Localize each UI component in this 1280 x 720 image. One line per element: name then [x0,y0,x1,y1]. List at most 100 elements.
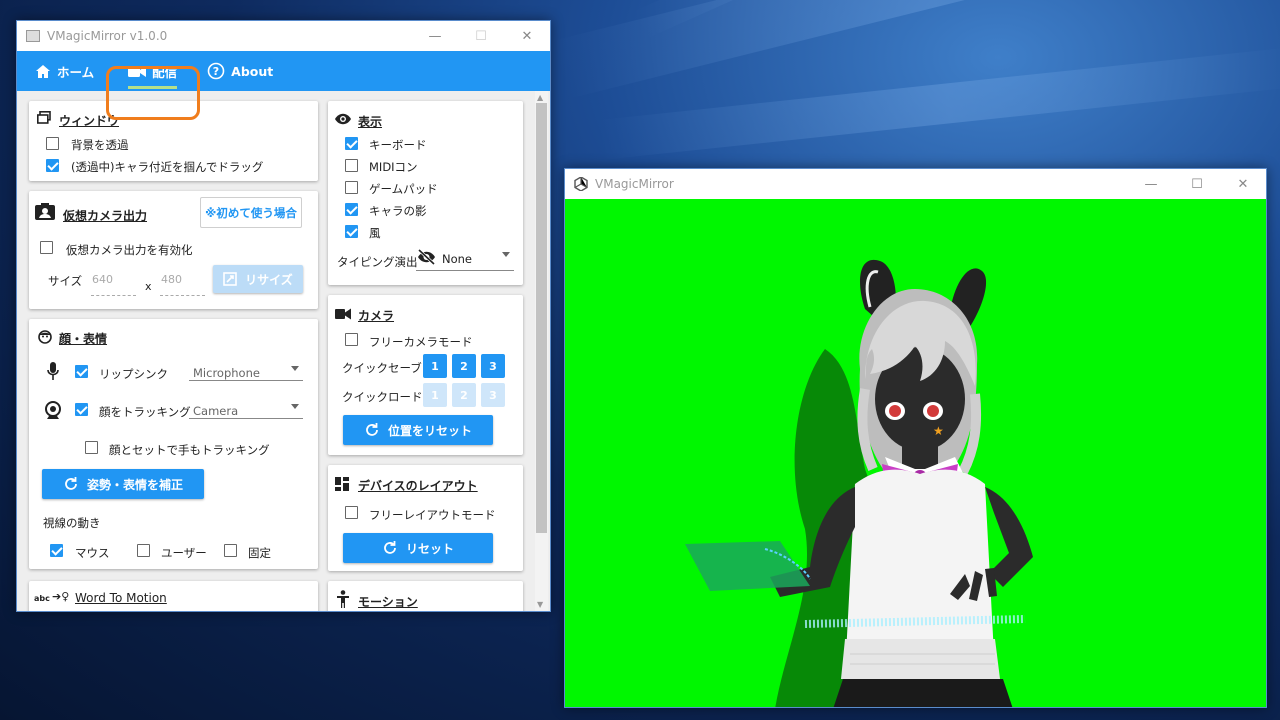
checkbox-label: 背景を透過 [71,138,129,152]
checkbox-label: (透過中)キャラ付近を掴んでドラッグ [71,160,264,174]
quick-load-3-button[interactable]: 3 [481,383,505,407]
size-label: サイズ [48,274,83,288]
scroll-up-arrow[interactable]: ▲ [537,93,543,102]
tab-about[interactable]: ? About [199,51,281,91]
checkbox-label: 仮想カメラ出力を有効化 [66,243,193,257]
quick-load-2-button[interactable]: 2 [452,383,476,407]
resize-button[interactable]: リサイズ [213,265,303,293]
person-icon [337,590,349,608]
hand-tracking-checkbox[interactable] [85,441,98,454]
tab-label: About [231,63,274,79]
transparent-bg-checkbox[interactable] [46,137,59,150]
word-to-motion-card: abc ➔♀ Word To Motion [29,581,318,611]
reset-position-button[interactable]: 位置をリセット [343,415,493,445]
svg-text:★: ★ [933,424,944,438]
face-card: 顔・表情 リップシンク Microphone 顔をトラッキング Camera 顔… [29,319,318,569]
microphone-dropdown[interactable]: Microphone [189,359,303,381]
card-title: Word To Motion [75,591,167,605]
gaze-fixed-radio[interactable] [224,544,237,557]
title-bar[interactable]: VMagicMirror — ☐ ✕ [565,169,1266,199]
window-title: VMagicMirror v1.0.0 [47,29,168,43]
tab-bar: ホーム 配信 ? About [17,51,550,91]
checkbox-label: ユーザー [161,546,207,560]
title-bar[interactable]: VMagicMirror v1.0.0 — ☐ ✕ [17,21,550,51]
microphone-icon [47,362,59,380]
maximize-button[interactable]: ☐ [458,29,504,44]
resize-icon [223,272,237,286]
checkbox-label: ゲームパッド [369,182,438,196]
checkbox-label: フリーカメラモード [369,335,473,349]
camera-dropdown[interactable]: Camera [189,397,303,419]
drag-character-checkbox[interactable] [46,159,59,172]
vertical-scrollbar[interactable]: ▲ ▼ [535,91,548,611]
quick-save-2-button[interactable]: 2 [452,354,476,378]
virtual-camera-enable-checkbox[interactable] [40,241,53,254]
svg-text:?: ? [213,65,219,78]
refresh-icon [384,541,396,554]
quick-load-1-button[interactable]: 1 [423,383,447,407]
gaze-label: 視線の動き [43,516,101,530]
layout-reset-button[interactable]: リセット [343,533,493,563]
card-title: カメラ [358,309,395,323]
camera-card: カメラ フリーカメラモード クイックセーブ 1 2 3 クイックロード 1 2 … [328,295,523,455]
eye-icon [335,113,351,125]
virtual-camera-card: 仮想カメラ出力 ※初めて使う場合 仮想カメラ出力を有効化 サイズ 640 x 4… [29,191,318,309]
gamepad-checkbox[interactable] [345,181,358,194]
checkbox-label: マウス [75,546,110,560]
quick-save-label: クイックセーブ [342,361,422,375]
display-card: 表示 キーボード MIDIコン ゲームパッド キャラの影 風 タイピング演出 N… [328,101,523,285]
close-button[interactable]: ✕ [504,29,550,44]
quick-save-1-button[interactable]: 1 [423,354,447,378]
dropdown-value: Camera [193,404,239,418]
first-use-button[interactable]: ※初めて使う場合 [200,197,302,228]
typing-effect-label: タイピング演出 [337,255,418,269]
checkbox-label: キャラの影 [369,204,427,218]
close-button[interactable]: ✕ [1220,177,1266,192]
width-input[interactable]: 640 [91,273,136,296]
quick-save-3-button[interactable]: 3 [481,354,505,378]
button-label: リセット [405,541,454,556]
typing-effect-dropdown[interactable]: None [416,245,514,271]
refresh-icon [65,477,77,490]
wind-checkbox[interactable] [345,225,358,238]
gaze-user-radio[interactable] [137,544,150,557]
dropdown-value: Microphone [193,366,260,380]
card-title: モーション [358,595,418,609]
calibrate-button[interactable]: 姿勢・表情を補正 [42,469,204,499]
checkbox-label: 風 [369,226,381,240]
word-to-motion-prefix: abc [34,594,50,603]
gaze-mouse-radio[interactable] [50,544,63,557]
dropdown-value: None [442,252,473,266]
minimize-button[interactable]: — [412,29,458,44]
midi-checkbox[interactable] [345,159,358,172]
tab-home[interactable]: ホーム [27,51,102,91]
lipsync-checkbox[interactable] [75,365,88,378]
settings-panel: ウィンドウ 背景を透過 (透過中)キャラ付近を掴んでドラッグ 仮想カメラ出力 ※… [17,91,550,611]
control-window: VMagicMirror v1.0.0 — ☐ ✕ ホーム 配信 ? About… [16,20,551,612]
arrow-person-icon: ➔♀ [52,590,70,603]
free-camera-checkbox[interactable] [345,333,358,346]
greenscreen-viewport[interactable]: ★ [565,199,1266,707]
refresh-icon [366,423,378,436]
checkbox-label: リップシンク [99,367,168,381]
webcam-icon [45,401,61,419]
scroll-down-arrow[interactable]: ▼ [537,600,543,609]
layout-card: デバイスのレイアウト フリーレイアウトモード リセット [328,465,523,571]
checkbox-label: フリーレイアウトモード [369,508,496,522]
height-input[interactable]: 480 [160,273,205,296]
scrollbar-thumb[interactable] [536,103,547,533]
maximize-button[interactable]: ☐ [1174,177,1220,192]
card-title: 顔・表情 [59,332,108,346]
card-title: デバイスのレイアウト [358,479,478,493]
minimize-button[interactable]: — [1128,177,1174,192]
video-camera-icon [335,308,351,320]
keyboard-checkbox[interactable] [345,137,358,150]
shadow-checkbox[interactable] [345,203,358,216]
tab-label: ホーム [57,64,95,80]
checkbox-label: MIDIコン [369,160,418,174]
unity-icon [574,177,588,191]
preview-window: VMagicMirror — ☐ ✕ ★ [564,168,1267,708]
checkbox-label: キーボード [369,138,427,152]
free-layout-checkbox[interactable] [345,506,358,519]
face-tracking-checkbox[interactable] [75,403,88,416]
